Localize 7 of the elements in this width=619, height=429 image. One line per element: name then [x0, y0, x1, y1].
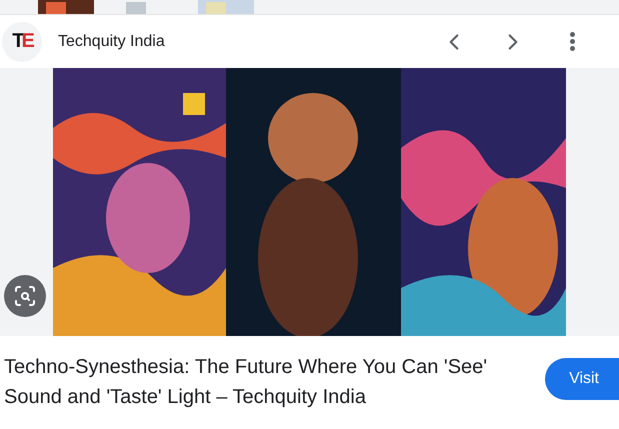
source-name: Techquity India — [58, 32, 166, 50]
lens-search-icon — [13, 284, 37, 308]
visit-button[interactable]: Visit — [545, 358, 619, 400]
logo: TE — [2, 22, 42, 62]
lens-search-button[interactable] — [4, 275, 46, 317]
more-options-icon — [570, 32, 574, 51]
result-title[interactable]: Techno-Synesthesia: The Future Where You Can 'See' Sound and 'Taste' Light – Techquity India — [4, 352, 534, 412]
